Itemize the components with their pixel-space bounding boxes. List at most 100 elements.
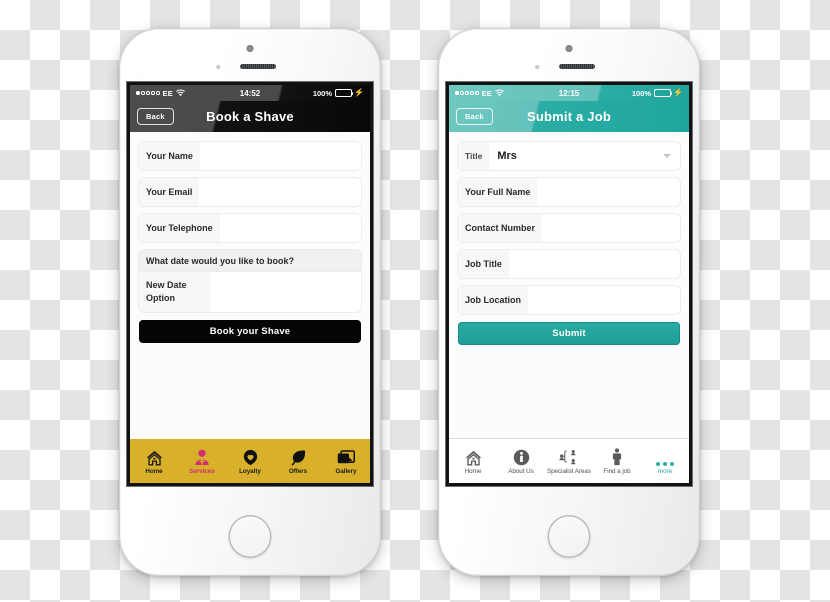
- status-bar-left-group: EE: [455, 89, 504, 98]
- status-bar-right-group: 100% ⚡: [313, 89, 364, 98]
- field-label-zone: Your Telephone: [139, 214, 220, 242]
- book-your-shave-button[interactable]: Book your Shave: [139, 320, 361, 343]
- navigation-bar-right: Back Submit a Job: [449, 101, 689, 132]
- battery-percent-label: 100%: [312, 88, 333, 98]
- date-option-line-2: Option: [146, 293, 175, 303]
- field-title-select[interactable]: Title Mrs: [458, 142, 680, 170]
- earpiece-speaker: [240, 64, 276, 69]
- field-label-zone: Contact Number: [458, 214, 543, 242]
- field-label: Your Full Name: [465, 187, 531, 197]
- front-camera-icon: [246, 45, 254, 52]
- status-bar-left: EE 14:52 100% ⚡: [130, 85, 370, 101]
- field-job-location[interactable]: Job Location: [458, 286, 680, 314]
- home-icon: [146, 448, 163, 466]
- phone-device-right: EE 12:15 100% ⚡ Back Submit a Job Title …: [438, 28, 700, 576]
- tab-bar-left: Home Services Loyalty Offers Gallery: [130, 439, 370, 483]
- battery-icon: [653, 89, 673, 97]
- tab-home[interactable]: Home: [449, 439, 497, 483]
- person-services-icon: [194, 448, 210, 466]
- tab-loyalty[interactable]: Loyalty: [226, 439, 274, 483]
- tab-label: Home: [464, 467, 482, 475]
- signal-strength-icon: [136, 91, 160, 95]
- person-find-job-icon: [612, 447, 622, 466]
- field-label: Your Email: [146, 187, 193, 197]
- submit-button[interactable]: Submit: [458, 322, 680, 345]
- tab-specialist-areas[interactable]: Specialist Areas: [545, 439, 593, 483]
- back-button[interactable]: Back: [456, 108, 493, 125]
- wifi-icon: [175, 89, 185, 97]
- phone-screen-right: EE 12:15 100% ⚡ Back Submit a Job Title …: [449, 85, 689, 483]
- field-label: Job Location: [465, 295, 521, 305]
- charging-bolt-icon: ⚡: [673, 88, 683, 97]
- carrier-label: EE: [481, 88, 492, 98]
- chevron-down-icon[interactable]: [663, 154, 671, 158]
- carrier-label: EE: [162, 88, 173, 98]
- field-label-zone: Your Name: [139, 142, 200, 170]
- home-button[interactable]: [228, 515, 272, 558]
- front-camera-icon: [565, 45, 573, 52]
- home-button[interactable]: [547, 515, 591, 558]
- field-label: Job Title: [465, 259, 502, 269]
- field-label-zone: Your Full Name: [458, 178, 538, 206]
- signal-strength-icon: [455, 91, 479, 95]
- job-submission-form: Title Mrs Your Full Name Contact Number: [449, 132, 689, 438]
- tab-bar-right: Home About Us Specialist Areas Find a jo…: [449, 438, 689, 483]
- tab-services[interactable]: Services: [178, 439, 226, 483]
- navigation-bar-left: Back Book a Shave: [130, 101, 370, 132]
- people-specialist-icon: [559, 448, 579, 466]
- info-about-icon: [513, 448, 530, 466]
- field-label-zone: Job Title: [458, 250, 509, 278]
- field-label: Your Name: [146, 151, 193, 161]
- date-option-line-1: New Date: [146, 279, 187, 290]
- tab-home[interactable]: Home: [130, 439, 178, 483]
- phone-device-left: EE 14:52 100% ⚡ Back Book a Shave Your N…: [119, 28, 381, 576]
- field-contact-number[interactable]: Contact Number: [458, 214, 680, 242]
- tab-label: more: [657, 467, 673, 475]
- field-your-name[interactable]: Your Name: [139, 142, 361, 170]
- field-label: Contact Number: [465, 223, 536, 233]
- battery-percent-label: 100%: [631, 88, 652, 98]
- date-option-field[interactable]: New Date Option: [139, 272, 361, 312]
- date-question-label: What date would you like to book?: [139, 250, 361, 272]
- tab-label: Offers: [288, 467, 308, 475]
- earpiece-speaker: [559, 64, 595, 69]
- tab-about-us[interactable]: About Us: [497, 439, 545, 483]
- tab-offers[interactable]: Offers: [274, 439, 322, 483]
- tab-label: Home: [145, 467, 163, 475]
- battery-icon: [334, 89, 354, 97]
- scene-stage: EE 14:52 100% ⚡ Back Book a Shave Your N…: [0, 0, 830, 602]
- field-label-zone: Your Email: [139, 178, 200, 206]
- photos-gallery-icon: [337, 448, 355, 466]
- title-selected-value: Mrs: [497, 150, 517, 162]
- field-your-telephone[interactable]: Your Telephone: [139, 214, 361, 242]
- tab-label: Loyalty: [239, 467, 261, 475]
- date-option-label-zone: New Date Option: [139, 272, 211, 312]
- field-label: Your Telephone: [146, 223, 213, 233]
- booking-form: Your Name Your Email Your Telephone What…: [130, 132, 370, 439]
- charging-bolt-icon: ⚡: [354, 88, 364, 97]
- ellipsis-more-icon: [656, 448, 674, 466]
- phone-screen-left: EE 14:52 100% ⚡ Back Book a Shave Your N…: [130, 85, 370, 483]
- tab-label: Gallery: [335, 467, 357, 475]
- proximity-sensor-icon: [216, 65, 220, 69]
- field-job-title[interactable]: Job Title: [458, 250, 680, 278]
- field-label-zone: Job Location: [458, 286, 528, 314]
- status-bar-right: EE 12:15 100% ⚡: [449, 85, 689, 101]
- tab-label: Services: [189, 467, 215, 475]
- wifi-icon: [494, 89, 504, 97]
- tab-find-a-job[interactable]: Find a job: [593, 439, 641, 483]
- field-your-email[interactable]: Your Email: [139, 178, 361, 206]
- back-button[interactable]: Back: [137, 108, 174, 125]
- status-bar-left-group: EE: [136, 89, 185, 98]
- field-label: Title: [465, 151, 483, 161]
- tab-label: Find a job: [603, 467, 631, 475]
- tab-label: Specialist Areas: [546, 467, 591, 475]
- heart-loyalty-icon: [242, 448, 259, 466]
- tab-gallery[interactable]: Gallery: [322, 439, 370, 483]
- status-bar-right-group: 100% ⚡: [632, 89, 683, 98]
- tab-more[interactable]: more: [641, 439, 689, 483]
- field-full-name[interactable]: Your Full Name: [458, 178, 680, 206]
- leaf-offers-icon: [290, 448, 307, 466]
- date-selection-group: What date would you like to book? New Da…: [139, 250, 361, 312]
- tab-label: About Us: [508, 467, 534, 475]
